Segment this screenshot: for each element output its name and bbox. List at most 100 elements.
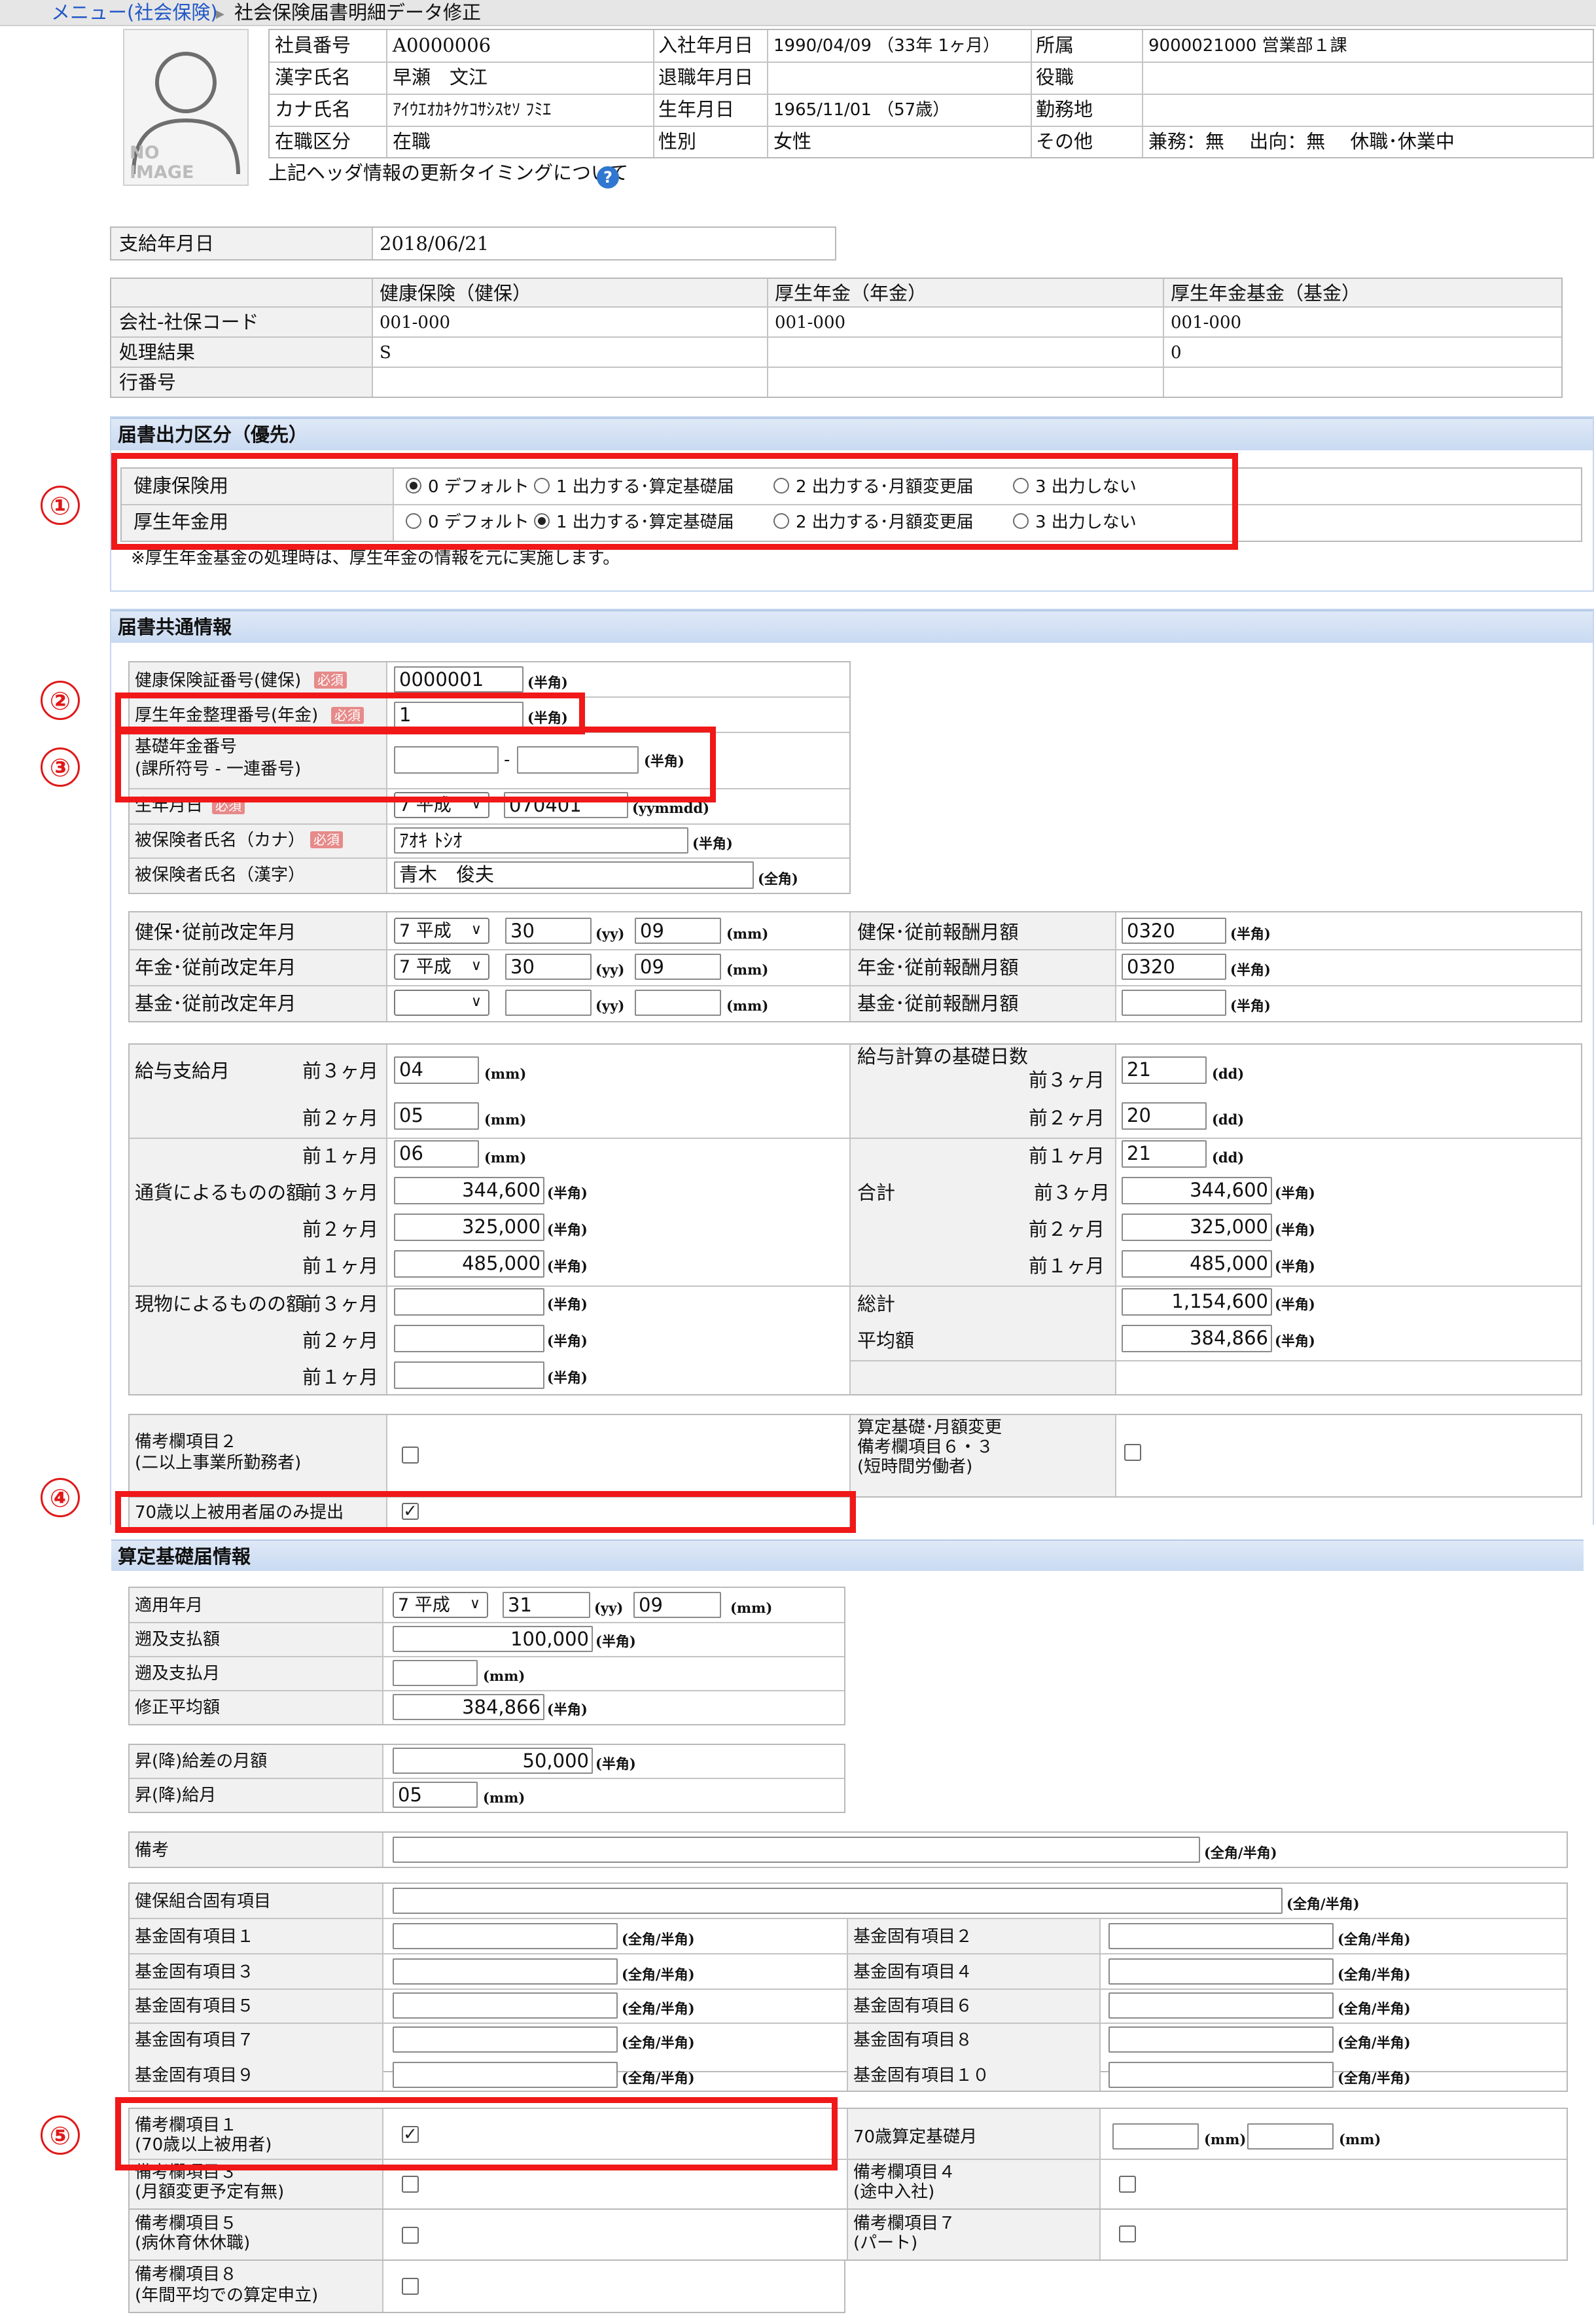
- days-m2-input[interactable]: 20: [1122, 1102, 1207, 1130]
- sum-m3-label: 前３ヶ月: [1034, 1181, 1110, 1204]
- total-input[interactable]: 1,154,600: [1122, 1288, 1272, 1316]
- fund-item-4-input[interactable]: [1108, 1958, 1334, 1985]
- fund-item-5-input[interactable]: [393, 1992, 618, 2019]
- apply-mm-input[interactable]: 09: [633, 1592, 721, 1618]
- b70-b-input[interactable]: [1247, 2123, 1334, 2150]
- raise-diff-input[interactable]: 50,000: [393, 1748, 593, 1774]
- half-unit: (半角): [547, 1701, 588, 1718]
- cash-m2-input[interactable]: 325,000: [394, 1214, 544, 1241]
- union-input[interactable]: [393, 1888, 1283, 1914]
- rem-pension-input[interactable]: 0320: [1122, 954, 1226, 980]
- avg-input[interactable]: 384,866: [1122, 1325, 1272, 1352]
- help-icon[interactable]: ?: [597, 166, 619, 189]
- retro-month-input[interactable]: [393, 1660, 478, 1686]
- fund-item-4-label: 基金固有項目４: [853, 1962, 973, 1982]
- mm-unit: (mm): [484, 1149, 527, 1166]
- sum-label: 合計: [857, 1181, 896, 1204]
- mm-unit: (mm): [726, 926, 769, 942]
- kind-m3-input[interactable]: [394, 1288, 544, 1316]
- breadcrumb-menu-link[interactable]: メニュー(社会保険): [51, 3, 218, 22]
- birth-date-label: 生年月日: [658, 98, 735, 120]
- role-label: 役職: [1036, 66, 1074, 88]
- prev-health-yy-input[interactable]: 30: [505, 918, 592, 944]
- raise-month-label: 昇(降)給月: [135, 1786, 217, 1805]
- fund-item-1-input[interactable]: [393, 1923, 618, 1949]
- fund-item-8-input[interactable]: [1108, 2026, 1334, 2053]
- insured-kanji-input[interactable]: 青木 俊夫: [394, 861, 754, 889]
- kind-m2-input[interactable]: [394, 1325, 544, 1352]
- days-m3-input[interactable]: 21: [1122, 1056, 1207, 1084]
- row-company-code: 会社-社保コード: [119, 311, 259, 333]
- hi-card-input[interactable]: 0000001: [394, 666, 523, 693]
- sum-m2-input[interactable]: 325,000: [1122, 1214, 1272, 1241]
- fund-item-6-input[interactable]: [1108, 1992, 1334, 2019]
- fund-item-10-input[interactable]: [1108, 2062, 1334, 2088]
- prev-pension-yy-input[interactable]: 30: [505, 954, 592, 980]
- r3-checkbox[interactable]: [402, 2176, 419, 2193]
- pay-m3-input[interactable]: 04: [394, 1056, 479, 1084]
- half-unit: (半角): [595, 1633, 636, 1649]
- r5-checkbox[interactable]: [402, 2227, 419, 2244]
- kind-m1-label: 前１ヶ月: [302, 1366, 379, 1388]
- prev-pension-era-select[interactable]: 7 平成 ∨: [394, 954, 489, 980]
- r3-sublabel: (月額変更予定有無): [135, 2182, 285, 2202]
- rem-fund-input[interactable]: [1122, 990, 1226, 1016]
- employee-id: A0000006: [393, 34, 491, 56]
- half-unit: (半角): [547, 1296, 588, 1312]
- mm-unit: (mm): [1204, 2131, 1247, 2148]
- chevron-down-icon: ∨: [470, 958, 482, 974]
- days-m1-input[interactable]: 21: [1122, 1140, 1207, 1168]
- prev-health-label: 健保･従前改定年月: [135, 921, 296, 943]
- breadcrumb-separator: ▸: [216, 4, 225, 24]
- hi-card-unit: (半角): [527, 674, 568, 691]
- prev-fund-mm-input[interactable]: [635, 990, 721, 1016]
- fund-item-7-input[interactable]: [393, 2026, 618, 2053]
- kind-m1-input[interactable]: [394, 1361, 544, 1389]
- memo-input[interactable]: [393, 1837, 1200, 1863]
- memo-label: 備考: [135, 1841, 169, 1860]
- rem-health-input[interactable]: 0320: [1122, 918, 1226, 944]
- retro-amount-input[interactable]: 100,000: [393, 1626, 593, 1652]
- rem-fund-label: 基金･従前報酬月額: [857, 992, 1019, 1015]
- insured-kana-input[interactable]: ｱｵｷ ﾄｼｵ: [394, 827, 688, 854]
- sum-m1-input[interactable]: 485,000: [1122, 1250, 1272, 1278]
- remark63-checkbox[interactable]: [1124, 1444, 1141, 1461]
- days-m1-label: 前１ヶ月: [1029, 1145, 1105, 1167]
- prev-fund-yy-input[interactable]: [505, 990, 592, 1016]
- fund-item-3-input[interactable]: [393, 1958, 618, 1985]
- half-unit: (半角): [1275, 1185, 1315, 1201]
- adj-avg-input[interactable]: 384,866: [393, 1694, 544, 1720]
- fund-item-2-input[interactable]: [1108, 1923, 1334, 1949]
- pay-m1-input[interactable]: 06: [394, 1140, 479, 1168]
- remark2-checkbox[interactable]: [402, 1447, 419, 1464]
- mm-unit: (mm): [484, 1111, 527, 1128]
- r8-checkbox[interactable]: [402, 2278, 419, 2295]
- apply-yy-input[interactable]: 31: [503, 1592, 590, 1618]
- prev-health-mm-input[interactable]: 09: [635, 918, 721, 944]
- remark2-label: 備考欄項目２: [135, 1432, 238, 1452]
- b70-a-input[interactable]: [1112, 2123, 1199, 2150]
- dd-unit: (dd): [1212, 1066, 1245, 1082]
- avatar: NO IMAGE: [123, 29, 249, 186]
- half-unit: (半角): [547, 1258, 588, 1274]
- raise-month-input[interactable]: 05: [393, 1782, 478, 1808]
- prev-fund-era-select[interactable]: ∨: [394, 990, 489, 1016]
- cash-m3-input[interactable]: 344,600: [394, 1177, 544, 1204]
- r7-checkbox[interactable]: [1119, 2225, 1136, 2242]
- both-unit: (全角/半角): [622, 2070, 695, 2086]
- employee-id-label: 社員番号: [275, 34, 351, 56]
- health-company-code: 001-000: [380, 313, 451, 333]
- fund-item-9-input[interactable]: [393, 2062, 618, 2088]
- b70-label: 70歳算定基礎月: [853, 2127, 978, 2147]
- highlight-box-4: [115, 1491, 856, 1533]
- apply-label: 適用年月: [135, 1596, 204, 1615]
- apply-era-select[interactable]: 7 平成 ∨: [393, 1592, 488, 1618]
- cash-m1-input[interactable]: 485,000: [394, 1250, 544, 1278]
- prev-health-era-select[interactable]: 7 平成 ∨: [394, 918, 489, 944]
- sum-m3-input[interactable]: 344,600: [1122, 1177, 1272, 1204]
- r4-checkbox[interactable]: [1119, 2176, 1136, 2193]
- pay-m2-input[interactable]: 05: [394, 1102, 479, 1130]
- both-unit: (全角/半角): [1338, 2070, 1411, 2086]
- birth-date: 1965/11/01 （57歳）: [773, 100, 950, 120]
- prev-pension-mm-input[interactable]: 09: [635, 954, 721, 980]
